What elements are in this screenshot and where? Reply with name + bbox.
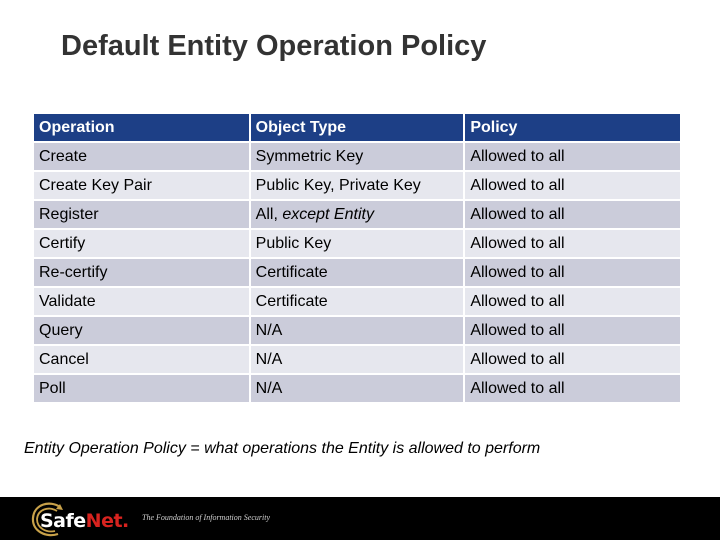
tagline: The Foundation of Information Security: [142, 513, 270, 522]
cell-object-type: Certificate: [250, 288, 464, 315]
cell-operation: Re-certify: [34, 259, 249, 286]
header-object-type: Object Type: [250, 114, 464, 141]
cell-operation: Poll: [34, 375, 249, 402]
cell-operation: Create Key Pair: [34, 172, 249, 199]
object-type-text: All,: [255, 205, 283, 223]
cell-object-type: Symmetric Key: [250, 143, 464, 170]
table-row: Re-certify Certificate Allowed to all: [34, 259, 680, 286]
cell-object-type: N/A: [250, 317, 464, 344]
cell-operation: Validate: [34, 288, 249, 315]
cell-object-type: Certificate: [250, 259, 464, 286]
cell-operation: Certify: [34, 230, 249, 257]
cell-policy: Allowed to all: [465, 172, 680, 199]
cell-operation: Query: [34, 317, 249, 344]
cell-object-type: All, except Entity: [250, 201, 464, 228]
table-row: Create Key Pair Public Key, Private Key …: [34, 172, 680, 199]
cell-operation: Cancel: [34, 346, 249, 373]
slide-title: Default Entity Operation Policy: [61, 30, 487, 62]
cell-operation: Register: [34, 201, 249, 228]
cell-policy: Allowed to all: [465, 317, 680, 344]
cell-operation: Create: [34, 143, 249, 170]
table-row: Create Symmetric Key Allowed to all: [34, 143, 680, 170]
logo-wordmark: SafeNet.: [40, 510, 129, 532]
object-type-italic-text: except Entity: [282, 205, 374, 223]
table-row: Cancel N/A Allowed to all: [34, 346, 680, 373]
table-row: Validate Certificate Allowed to all: [34, 288, 680, 315]
header-policy: Policy: [465, 114, 680, 141]
cell-policy: Allowed to all: [465, 375, 680, 402]
header-operation: Operation: [34, 114, 249, 141]
policy-table: Operation Object Type Policy Create Symm…: [32, 112, 682, 404]
cell-object-type: N/A: [250, 346, 464, 373]
cell-policy: Allowed to all: [465, 288, 680, 315]
cell-object-type: N/A: [250, 375, 464, 402]
cell-policy: Allowed to all: [465, 346, 680, 373]
cell-object-type: Public Key, Private Key: [250, 172, 464, 199]
policy-caption: Entity Operation Policy = what operation…: [24, 440, 541, 457]
table-row: Register All, except Entity Allowed to a…: [34, 201, 680, 228]
footer-bar: SafeNet. The Foundation of Information S…: [0, 497, 720, 540]
safenet-logo: SafeNet.: [30, 501, 140, 537]
cell-policy: Allowed to all: [465, 201, 680, 228]
table-row: Certify Public Key Allowed to all: [34, 230, 680, 257]
cell-policy: Allowed to all: [465, 259, 680, 286]
cell-policy: Allowed to all: [465, 230, 680, 257]
table-header-row: Operation Object Type Policy: [34, 114, 680, 141]
cell-policy: Allowed to all: [465, 143, 680, 170]
cell-object-type: Public Key: [250, 230, 464, 257]
table-row: Poll N/A Allowed to all: [34, 375, 680, 402]
table-row: Query N/A Allowed to all: [34, 317, 680, 344]
